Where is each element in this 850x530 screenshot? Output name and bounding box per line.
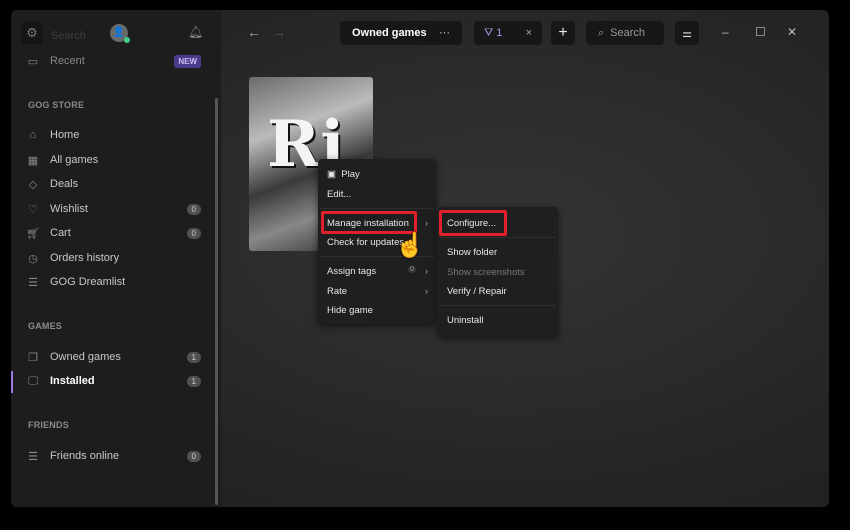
clear-filter-button[interactable]: ×: [526, 27, 532, 39]
sidebar-scrollbar[interactable]: [215, 98, 218, 505]
chevron-right-icon: ›: [425, 286, 428, 296]
menu-item-uninstall[interactable]: Uninstall: [447, 315, 483, 326]
sliders-icon[interactable]: ⚌: [675, 21, 699, 45]
sidebar-item-deals[interactable]: ◇ Deals: [26, 174, 201, 194]
highlight-box: [439, 210, 507, 236]
hand-cursor-icon: ☝: [395, 232, 425, 259]
view-selector[interactable]: Owned games ···: [340, 21, 462, 45]
chevron-right-icon: ›: [425, 218, 428, 228]
sidebar-item-friends-online[interactable]: ☰ Friends online 0: [26, 446, 201, 466]
new-badge: NEW: [174, 54, 201, 68]
divider: [440, 305, 556, 306]
sidebar-item-wishlist[interactable]: ♡ Wishlist 0: [26, 199, 201, 219]
search-input[interactable]: ⌕ Search: [586, 21, 664, 45]
list-icon: ☰: [28, 450, 38, 463]
sidebar-item-home[interactable]: ⌂ Home: [26, 125, 201, 145]
menu-item-verify-repair[interactable]: Verify / Repair: [447, 286, 507, 297]
count-badge: 0: [186, 450, 201, 462]
play-icon: ▣: [327, 169, 336, 180]
close-icon[interactable]: ✕: [787, 25, 797, 39]
menu-item-show-folder[interactable]: Show folder: [447, 247, 497, 258]
tag-count-badge: 0: [408, 266, 416, 273]
bell-icon[interactable]: 🔔︎: [188, 25, 203, 39]
sidebar-item-owned-games[interactable]: ❐ Owned games 1: [26, 347, 201, 367]
heart-icon: ♡: [28, 203, 38, 216]
count-badge: 1: [186, 375, 201, 387]
more-icon[interactable]: ···: [439, 27, 450, 39]
settings-icon[interactable]: ⚙: [21, 22, 43, 44]
menu-item-hide-game[interactable]: Hide game: [327, 305, 373, 316]
menu-item-show-screenshots[interactable]: Show screenshots: [447, 267, 525, 278]
avatar[interactable]: 👤: [110, 24, 130, 43]
sidebar-item-cart[interactable]: 🛒︎ Cart 0: [26, 223, 201, 243]
count-badge: 1: [186, 351, 201, 363]
divider: [320, 208, 434, 209]
sidebar-item-orders-history[interactable]: ◷ Orders history: [26, 248, 201, 268]
filter-icon: ⛛ 1: [484, 26, 503, 39]
section-friends: FRIENDS: [28, 420, 69, 430]
tag-icon: ◇: [28, 178, 38, 191]
menu-item-play[interactable]: ▣ Play: [327, 169, 360, 180]
recent-icon: ▭: [27, 55, 39, 68]
home-icon: ⌂: [29, 129, 37, 141]
menu-item-rate[interactable]: Rate: [327, 286, 347, 297]
sidebar: ⚙ Search 👤 🔔︎ ▭ Recent NEW GOG STORE ⌂ Home…: [11, 10, 221, 507]
section-gog-store: GOG STORE: [28, 100, 85, 110]
filter-button[interactable]: ⛛ 1 ×: [474, 21, 542, 45]
square-icon: ❐: [28, 351, 38, 364]
active-indicator: [11, 371, 13, 393]
grid-icon: ▦: [27, 154, 39, 167]
count-badge: 0: [186, 203, 201, 215]
sidebar-item-dreamlist[interactable]: ☰ GOG Dreamlist: [26, 272, 201, 292]
online-status-dot: [124, 37, 130, 43]
search-icon: ⌕: [598, 26, 605, 39]
list-icon: ☰: [28, 276, 38, 289]
monitor-icon: 🖵︎: [27, 374, 39, 387]
cart-icon: 🛒︎: [26, 227, 40, 240]
count-badge: 0: [186, 227, 201, 239]
sidebar-item-recent[interactable]: ▭ Recent NEW: [26, 51, 201, 71]
clock-icon: ◷: [28, 252, 38, 265]
back-arrow-icon[interactable]: ←: [247, 24, 261, 40]
maximize-icon[interactable]: ☐: [755, 25, 766, 39]
divider: [440, 237, 556, 238]
minimize-icon[interactable]: –: [722, 25, 729, 39]
chevron-right-icon: ›: [425, 266, 428, 276]
forward-arrow-icon[interactable]: →: [272, 24, 286, 40]
sidebar-item-installed[interactable]: 🖵︎ Installed 1: [26, 371, 201, 391]
menu-item-edit[interactable]: Edit...: [327, 189, 351, 200]
menu-item-assign-tags[interactable]: Assign tags: [327, 266, 376, 277]
add-button[interactable]: +: [551, 21, 575, 45]
sidebar-search[interactable]: Search: [51, 30, 86, 42]
menu-item-check-updates[interactable]: Check for updates: [327, 237, 404, 248]
sidebar-item-all-games[interactable]: ▦ All games: [26, 150, 201, 170]
section-games: GAMES: [28, 321, 63, 331]
